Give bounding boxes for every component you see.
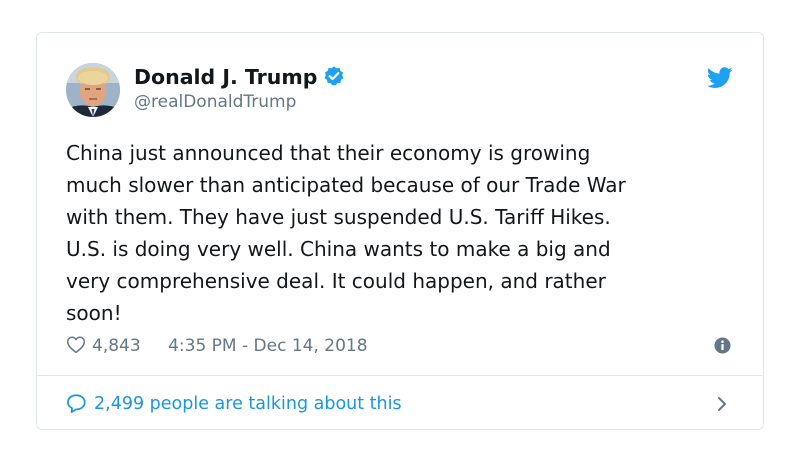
avatar-photo: [66, 63, 120, 117]
heart-icon: [66, 336, 86, 354]
like-button[interactable]: 4,843: [66, 336, 168, 356]
tweet-card: Donald J. Trump @realDonaldTrump China j…: [36, 32, 764, 430]
conversation-label: 2,499 people are talking about this: [94, 394, 402, 414]
divider: [37, 375, 763, 376]
chevron-right-icon: [718, 397, 726, 411]
display-name[interactable]: Donald J. Trump: [134, 63, 317, 91]
speech-bubble-icon: [67, 394, 86, 413]
conversation-link[interactable]: 2,499 people are talking about this: [66, 389, 733, 419]
user-handle[interactable]: @realDonaldTrump: [134, 91, 345, 113]
tweet-timestamp[interactable]: 4:35 PM - Dec 14, 2018: [168, 336, 367, 356]
like-count: 4,843: [92, 336, 141, 356]
tweet-header: Donald J. Trump @realDonaldTrump: [66, 63, 733, 119]
avatar[interactable]: [66, 63, 120, 117]
info-icon[interactable]: [714, 337, 731, 354]
verified-badge-icon: [323, 65, 345, 87]
tweet-meta: 4,843 4:35 PM - Dec 14, 2018: [66, 333, 733, 359]
twitter-bird-icon[interactable]: [707, 67, 733, 89]
author-names: Donald J. Trump @realDonaldTrump: [134, 63, 345, 113]
tweet-text: China just announced that their economy …: [66, 141, 626, 325]
